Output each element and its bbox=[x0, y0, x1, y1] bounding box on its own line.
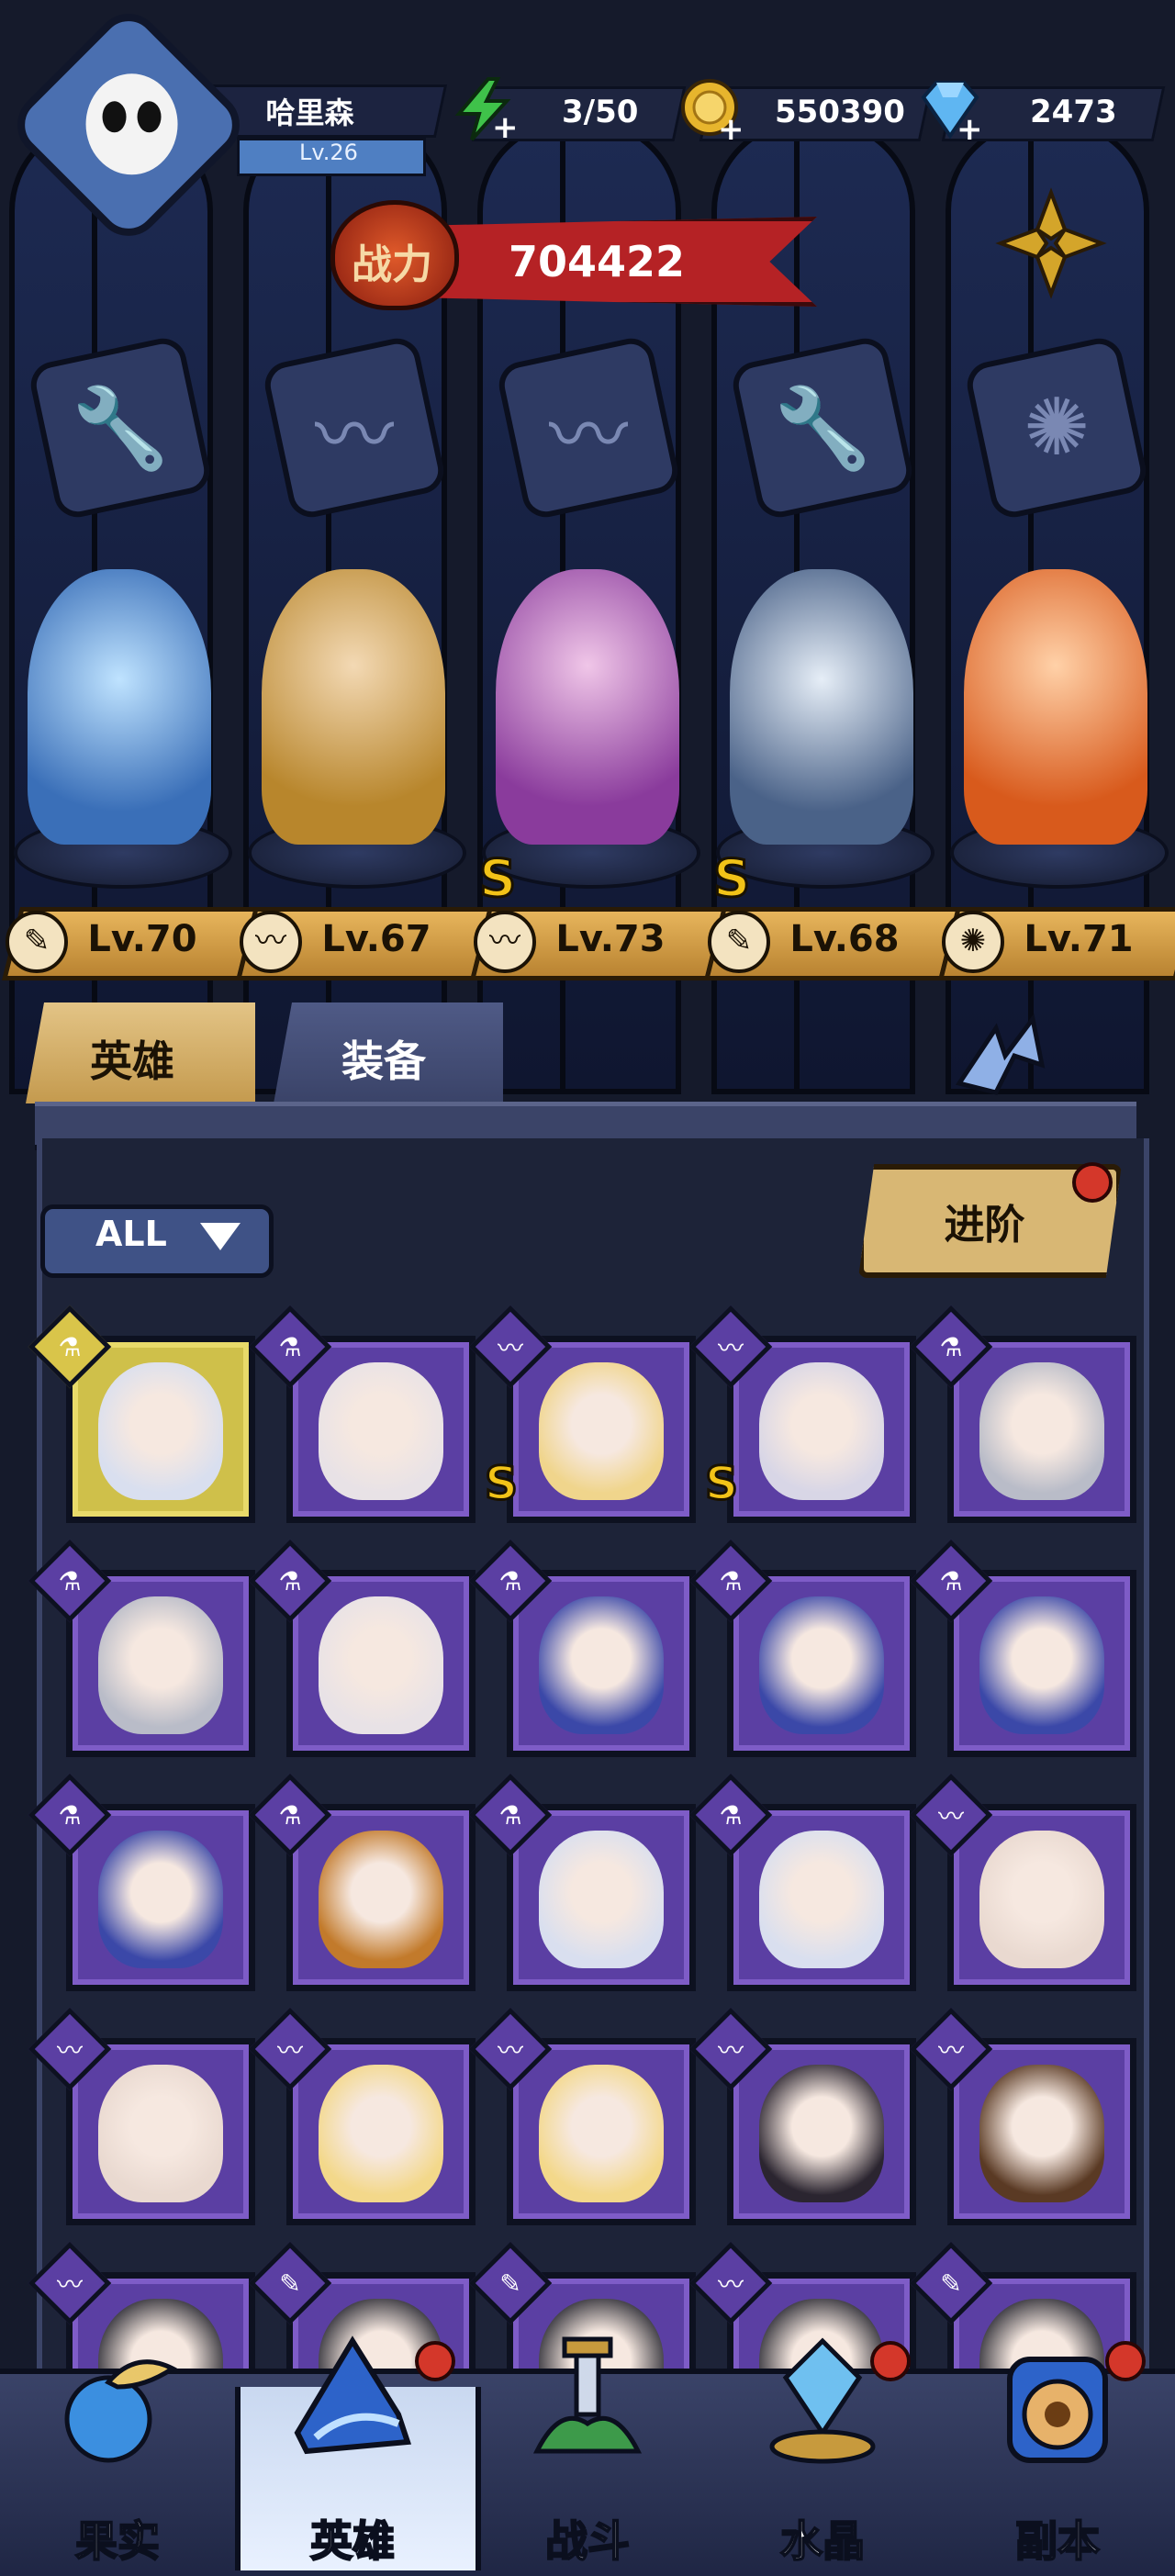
nav-fruit-label: 果实 bbox=[74, 2515, 161, 2567]
svg-text:+: + bbox=[957, 111, 982, 141]
team-hero-5[interactable] bbox=[964, 569, 1147, 845]
team-hero-2[interactable] bbox=[262, 569, 445, 845]
nav-crystal-label: 水晶 bbox=[779, 2515, 866, 2567]
filter-selected: ALL bbox=[95, 1214, 167, 1254]
hero-portrait bbox=[319, 1596, 443, 1734]
diamond-icon[interactable]: + bbox=[918, 77, 982, 141]
chevron-down-icon bbox=[200, 1223, 241, 1250]
energy-value: 3/50 bbox=[562, 94, 639, 130]
notification-dot bbox=[1072, 1162, 1113, 1203]
s-rank-badge: S bbox=[483, 1456, 519, 1512]
hero-portrait bbox=[539, 1831, 664, 1968]
hero-portrait bbox=[98, 1831, 223, 1968]
energy-bolt-icon[interactable]: + bbox=[452, 77, 516, 141]
hero-portrait bbox=[319, 2065, 443, 2202]
nav-fruit[interactable]: 果实 bbox=[0, 2332, 235, 2570]
class-slot-wrench-icon: 🔧 bbox=[728, 333, 917, 522]
hero-portrait bbox=[539, 1362, 664, 1500]
bond-arrows-icon bbox=[955, 1014, 1046, 1095]
nav-dungeon-label: 副本 bbox=[1014, 2515, 1101, 2567]
dungeon-icon bbox=[1007, 2357, 1108, 2463]
s-rank-badge: S bbox=[712, 848, 752, 911]
s-rank-badge: S bbox=[703, 1456, 739, 1512]
team-level-text: Lv.67 bbox=[321, 918, 431, 960]
tab-equipment-label: 装备 bbox=[341, 1036, 426, 1086]
notification-dot bbox=[1105, 2341, 1146, 2381]
nav-heroes[interactable]: 英雄 bbox=[235, 2332, 470, 2570]
s-rank-badge: S bbox=[478, 848, 518, 911]
panda-avatar-icon bbox=[85, 73, 178, 175]
hero-portrait bbox=[759, 2065, 884, 2202]
fruit-icon bbox=[64, 2359, 177, 2463]
hero-portrait bbox=[979, 1362, 1104, 1500]
class-slot-wing-icon: 〰 bbox=[260, 333, 449, 522]
gold-value: 550390 bbox=[775, 94, 905, 130]
class-slot-wrench-icon: 🔧 bbox=[26, 333, 215, 522]
hero-portrait bbox=[979, 1831, 1104, 1968]
hero-portrait bbox=[539, 2065, 664, 2202]
notification-dot bbox=[870, 2341, 911, 2381]
class-slot-monster-icon: ✺ bbox=[962, 333, 1151, 522]
settings-flower-icon[interactable] bbox=[991, 184, 1111, 303]
hero-hat-icon bbox=[294, 2335, 412, 2455]
gold-coin-icon[interactable]: + bbox=[679, 77, 744, 141]
svg-text:+: + bbox=[718, 111, 744, 141]
player-level: Lv.26 bbox=[299, 140, 358, 165]
team-level-text: Lv.70 bbox=[87, 918, 197, 960]
hero-portrait bbox=[759, 1362, 884, 1500]
team-hero-4[interactable] bbox=[730, 569, 913, 845]
hero-portrait bbox=[759, 1596, 884, 1734]
hero-portrait bbox=[979, 1596, 1104, 1734]
nav-battle-label: 战斗 bbox=[544, 2515, 631, 2567]
team-hero-1[interactable] bbox=[28, 569, 211, 845]
nav-dungeon[interactable]: 副本 bbox=[940, 2332, 1175, 2570]
advance-button-label: 进阶 bbox=[944, 1202, 1025, 1249]
class-slot-wing-icon: 〰 bbox=[494, 333, 683, 522]
team-hero-3[interactable] bbox=[496, 569, 679, 845]
tab-heroes-label: 英雄 bbox=[90, 1036, 174, 1086]
hero-portrait bbox=[759, 1831, 884, 1968]
hero-portrait bbox=[319, 1362, 443, 1500]
hero-portrait bbox=[98, 2065, 223, 2202]
team-level-text: Lv.68 bbox=[789, 918, 900, 960]
nav-crystal[interactable]: 水晶 bbox=[705, 2332, 940, 2570]
notification-dot bbox=[415, 2341, 455, 2381]
diamond-value: 2473 bbox=[1030, 94, 1117, 130]
hero-portrait bbox=[979, 2065, 1104, 2202]
hero-portrait bbox=[539, 1596, 664, 1734]
team-level-text: Lv.71 bbox=[1024, 918, 1134, 960]
nav-heroes-label: 英雄 bbox=[309, 2515, 396, 2567]
hero-portrait bbox=[98, 1362, 223, 1500]
hero-portrait bbox=[319, 1831, 443, 1968]
hero-portrait bbox=[98, 1596, 223, 1734]
team-level-text: Lv.73 bbox=[555, 918, 666, 960]
power-value: 704422 bbox=[508, 237, 686, 286]
power-label: 战力 bbox=[352, 241, 432, 288]
battle-sword-icon bbox=[532, 2336, 643, 2454]
crystal-icon bbox=[769, 2337, 876, 2464]
nav-battle[interactable]: 战斗 bbox=[470, 2332, 705, 2570]
svg-text:+: + bbox=[492, 109, 516, 141]
